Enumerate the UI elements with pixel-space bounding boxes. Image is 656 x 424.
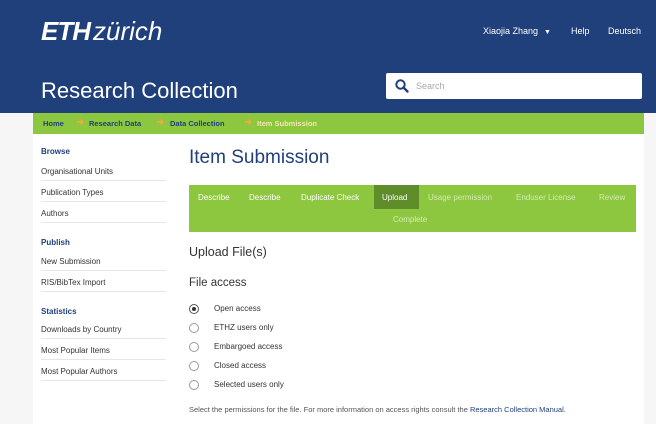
research-collection-manual-link[interactable]: Research Collection Manual xyxy=(470,405,564,414)
radio-label-ethz-users-only: ETHZ users only xyxy=(214,323,274,332)
site-header: ETH zürich Xiaojia Zhang ▼ Help Deutsch Re… xyxy=(0,0,656,113)
radio-icon[interactable] xyxy=(189,380,199,390)
breadcrumb-home[interactable]: Home xyxy=(43,119,64,128)
breadcrumb: Home ➜ Research Data ➜ Data Collection ➜… xyxy=(33,113,644,134)
help-text: Select the permissions for the file. For… xyxy=(189,405,470,414)
arrow-right-icon: ➜ xyxy=(244,117,253,128)
sidebar-item-downloads-by-country[interactable]: Downloads by Country xyxy=(41,325,166,339)
caret-down-icon: ▼ xyxy=(544,29,551,36)
submission-steps: Describe Describe Duplicate Check Upload… xyxy=(189,185,636,232)
user-name: Xiaojia Zhang xyxy=(483,26,539,36)
radio-label-selected-users-only: Selected users only xyxy=(214,380,284,389)
radio-icon[interactable] xyxy=(189,361,199,371)
sidebar-heading-browse: Browse xyxy=(41,147,70,156)
arrow-right-icon: ➜ xyxy=(76,117,85,128)
radio-icon[interactable] xyxy=(189,304,199,314)
radio-label-open-access: Open access xyxy=(214,304,261,313)
language-link[interactable]: Deutsch xyxy=(608,26,641,36)
step-complete: Complete xyxy=(393,215,428,224)
radio-icon[interactable] xyxy=(189,342,199,352)
sidebar-item-ris-bibtex-import[interactable]: RIS/BibTex Import xyxy=(41,278,166,292)
breadcrumb-current: Item Submission xyxy=(257,119,318,128)
sidebar-item-authors[interactable]: Authors xyxy=(41,209,166,223)
step-usage-permission: Usage permission xyxy=(428,193,493,202)
sidebar-heading-publish: Publish xyxy=(41,238,70,247)
sidebar-item-most-popular-authors[interactable]: Most Popular Authors xyxy=(41,367,166,381)
user-menu[interactable]: Xiaojia Zhang ▼ xyxy=(483,26,551,36)
sidebar-item-organisational-units[interactable]: Organisational Units xyxy=(41,167,166,181)
access-help-text: Select the permissions for the file. For… xyxy=(189,404,629,416)
sidebar-heading-statistics: Statistics xyxy=(41,307,77,316)
step-describe-1[interactable]: Describe xyxy=(198,193,230,202)
upload-heading: Upload File(s) xyxy=(189,245,267,259)
search-icon[interactable] xyxy=(394,78,410,94)
page-title: Item Submission xyxy=(189,147,330,168)
radio-icon[interactable] xyxy=(189,323,199,333)
sidebar-item-new-submission[interactable]: New Submission xyxy=(41,257,166,271)
site-title[interactable]: Research Collection xyxy=(41,78,238,104)
step-upload[interactable]: Upload xyxy=(382,193,407,202)
step-review: Review xyxy=(599,193,626,202)
logo-zurich: zürich xyxy=(93,16,163,46)
sidebar-item-publication-types[interactable]: Publication Types xyxy=(41,188,166,202)
step-duplicate-check[interactable]: Duplicate Check xyxy=(301,193,359,202)
radio-label-closed-access: Closed access xyxy=(214,361,267,370)
arrow-right-icon: ➜ xyxy=(156,117,165,128)
main-content: Browse Organisational Units Publication … xyxy=(33,134,644,424)
search-box xyxy=(386,73,642,99)
step-enduser-license: Enduser License xyxy=(516,193,576,202)
eth-zurich-logo[interactable]: ETH zürich xyxy=(41,16,162,46)
breadcrumb-data-collection[interactable]: Data Collection xyxy=(170,119,225,128)
radio-label-embargoed-access: Embargoed access xyxy=(214,342,283,351)
help-text-end: . xyxy=(563,405,566,414)
file-access-heading: File access xyxy=(189,277,247,289)
logo-eth: ETH xyxy=(41,16,91,46)
search-input[interactable] xyxy=(416,76,636,96)
help-link[interactable]: Help xyxy=(571,26,590,36)
breadcrumb-research-data[interactable]: Research Data xyxy=(89,119,141,128)
step-describe-2[interactable]: Describe xyxy=(249,193,281,202)
sidebar-item-most-popular-items[interactable]: Most Popular Items xyxy=(41,346,166,360)
